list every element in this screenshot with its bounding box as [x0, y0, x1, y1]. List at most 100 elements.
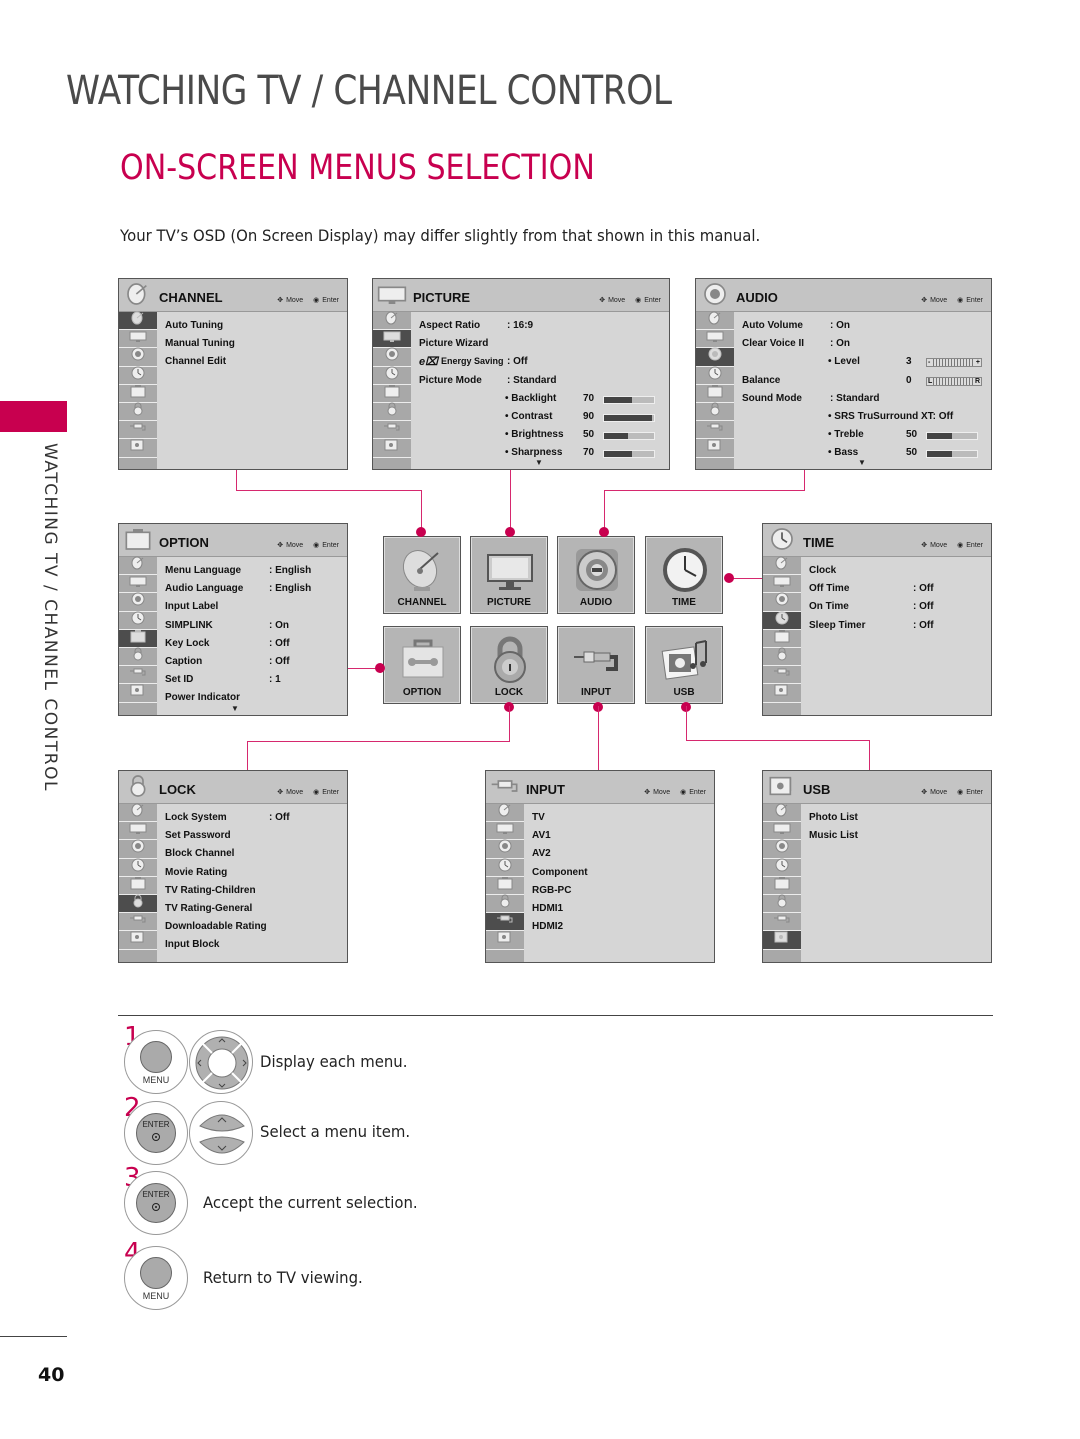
- rail-item-input[interactable]: [119, 666, 157, 685]
- menu-row[interactable]: AV2: [532, 845, 710, 863]
- rail-item-usb[interactable]: [763, 931, 801, 950]
- rail-item-option[interactable]: [763, 876, 801, 895]
- rail-item-time[interactable]: [763, 858, 801, 877]
- tile-option[interactable]: OPTION: [383, 626, 461, 704]
- menu-row[interactable]: Caption: Off: [165, 653, 343, 671]
- rail-item-time[interactable]: [119, 366, 157, 385]
- rail-item-audio[interactable]: [763, 839, 801, 859]
- level-bar[interactable]: [603, 395, 655, 404]
- rail-item-time[interactable]: [696, 366, 734, 385]
- rail-item-lock[interactable]: [119, 894, 157, 914]
- menu-row[interactable]: HDMI2: [532, 918, 710, 936]
- menu-row[interactable]: Channel Edit: [165, 353, 343, 371]
- rail-item-audio[interactable]: [486, 839, 524, 859]
- balance-scale[interactable]: LR: [926, 376, 982, 386]
- rail-item-option[interactable]: [696, 384, 734, 403]
- menu-row[interactable]: RGB-PC: [532, 882, 710, 900]
- menu-row[interactable]: Picture Wizard: [419, 335, 665, 353]
- scroll-down-icon[interactable]: ▼: [231, 704, 239, 713]
- rail-item-lock[interactable]: [696, 402, 734, 422]
- rail-item-picture[interactable]: [119, 330, 157, 349]
- scroll-down-icon[interactable]: ▼: [535, 458, 543, 467]
- rail-item-input[interactable]: [763, 913, 801, 932]
- rail-item-channel[interactable]: [119, 311, 157, 331]
- rail-item-time[interactable]: [119, 858, 157, 877]
- tile-audio[interactable]: AUDIO: [557, 536, 635, 614]
- rail-item-channel[interactable]: [119, 803, 157, 823]
- menu-row[interactable]: • Backlight 70: [419, 390, 665, 408]
- rail-item-usb[interactable]: [373, 439, 411, 458]
- rail-item-channel[interactable]: [486, 803, 524, 823]
- rail-item-audio[interactable]: [763, 592, 801, 612]
- rail-item-time[interactable]: [119, 611, 157, 630]
- rail-item-time[interactable]: [373, 366, 411, 385]
- rail-item-usb[interactable]: [696, 439, 734, 458]
- menu-row[interactable]: • SRS TruSurround XT: Off: [742, 408, 987, 426]
- menu-row[interactable]: Music List: [809, 827, 987, 845]
- menu-row[interactable]: Auto Tuning: [165, 317, 343, 335]
- rail-item-time[interactable]: [763, 611, 801, 630]
- menu-row[interactable]: Aspect Ratio: 16:9: [419, 317, 665, 335]
- rail-item-input[interactable]: [486, 913, 524, 932]
- rail-item-audio[interactable]: [119, 347, 157, 367]
- menu-row[interactable]: Movie Rating: [165, 864, 343, 882]
- rail-item-input[interactable]: [119, 913, 157, 932]
- level-bar[interactable]: [603, 413, 655, 422]
- rail-item-channel[interactable]: [373, 311, 411, 331]
- rail-item-lock[interactable]: [763, 647, 801, 667]
- menu-row[interactable]: Set ID: 1: [165, 671, 343, 689]
- rail-item-picture[interactable]: [763, 575, 801, 594]
- menu-row[interactable]: Picture Mode: Standard: [419, 372, 665, 390]
- rail-item-channel[interactable]: [696, 311, 734, 331]
- level-bar[interactable]: [603, 432, 655, 441]
- rail-item-channel[interactable]: [763, 803, 801, 823]
- rail-item-lock[interactable]: [486, 894, 524, 914]
- menu-row[interactable]: Key Lock: Off: [165, 635, 343, 653]
- tile-channel[interactable]: CHANNEL: [383, 536, 461, 614]
- balance-scale[interactable]: - +: [926, 358, 982, 368]
- rail-item-lock[interactable]: [763, 894, 801, 914]
- rail-item-usb[interactable]: [119, 439, 157, 458]
- menu-row[interactable]: Set Password: [165, 827, 343, 845]
- menu-row[interactable]: Balance 0 L R: [742, 372, 987, 390]
- rail-item-audio[interactable]: [119, 839, 157, 859]
- rail-item-usb[interactable]: [763, 684, 801, 703]
- tile-input[interactable]: INPUT: [557, 626, 635, 704]
- rail-item-picture[interactable]: [763, 822, 801, 841]
- menu-button[interactable]: MENU: [124, 1246, 188, 1310]
- rail-item-audio[interactable]: [373, 347, 411, 367]
- menu-row[interactable]: Photo List: [809, 809, 987, 827]
- rail-item-input[interactable]: [373, 421, 411, 440]
- menu-row[interactable]: Input Label: [165, 598, 343, 616]
- rail-item-lock[interactable]: [119, 647, 157, 667]
- menu-row[interactable]: HDMI1: [532, 900, 710, 918]
- menu-row[interactable]: Sleep Timer: Off: [809, 617, 987, 635]
- menu-row[interactable]: e⌧ Energy Saving: Off: [419, 353, 665, 371]
- rail-item-usb[interactable]: [119, 684, 157, 703]
- rail-item-channel[interactable]: [119, 556, 157, 576]
- menu-row[interactable]: TV Rating-Children: [165, 882, 343, 900]
- rail-item-lock[interactable]: [119, 402, 157, 422]
- up-down-pad[interactable]: [189, 1101, 253, 1165]
- scroll-down-icon[interactable]: ▼: [858, 458, 866, 467]
- rail-item-picture[interactable]: [119, 575, 157, 594]
- rail-item-audio[interactable]: [119, 592, 157, 612]
- rail-item-option[interactable]: [373, 384, 411, 403]
- menu-row[interactable]: Power Indicator: [165, 689, 343, 707]
- menu-row[interactable]: Clock: [809, 562, 987, 580]
- rail-item-input[interactable]: [696, 421, 734, 440]
- tile-picture[interactable]: PICTURE: [470, 536, 548, 614]
- menu-row[interactable]: Clear Voice II: On: [742, 335, 987, 353]
- rail-item-time[interactable]: [486, 858, 524, 877]
- rail-item-option[interactable]: [763, 629, 801, 648]
- menu-row[interactable]: • Brightness 50: [419, 426, 665, 444]
- menu-row[interactable]: SIMPLINK: On: [165, 617, 343, 635]
- rail-item-audio[interactable]: [696, 347, 734, 367]
- enter-button[interactable]: ENTER: [124, 1171, 188, 1235]
- menu-row[interactable]: TV: [532, 809, 710, 827]
- tile-time[interactable]: TIME: [645, 536, 723, 614]
- menu-row[interactable]: • Level 3- +: [742, 353, 987, 371]
- menu-row[interactable]: Auto Volume: On: [742, 317, 987, 335]
- rail-item-usb[interactable]: [486, 931, 524, 950]
- rail-item-picture[interactable]: [486, 822, 524, 841]
